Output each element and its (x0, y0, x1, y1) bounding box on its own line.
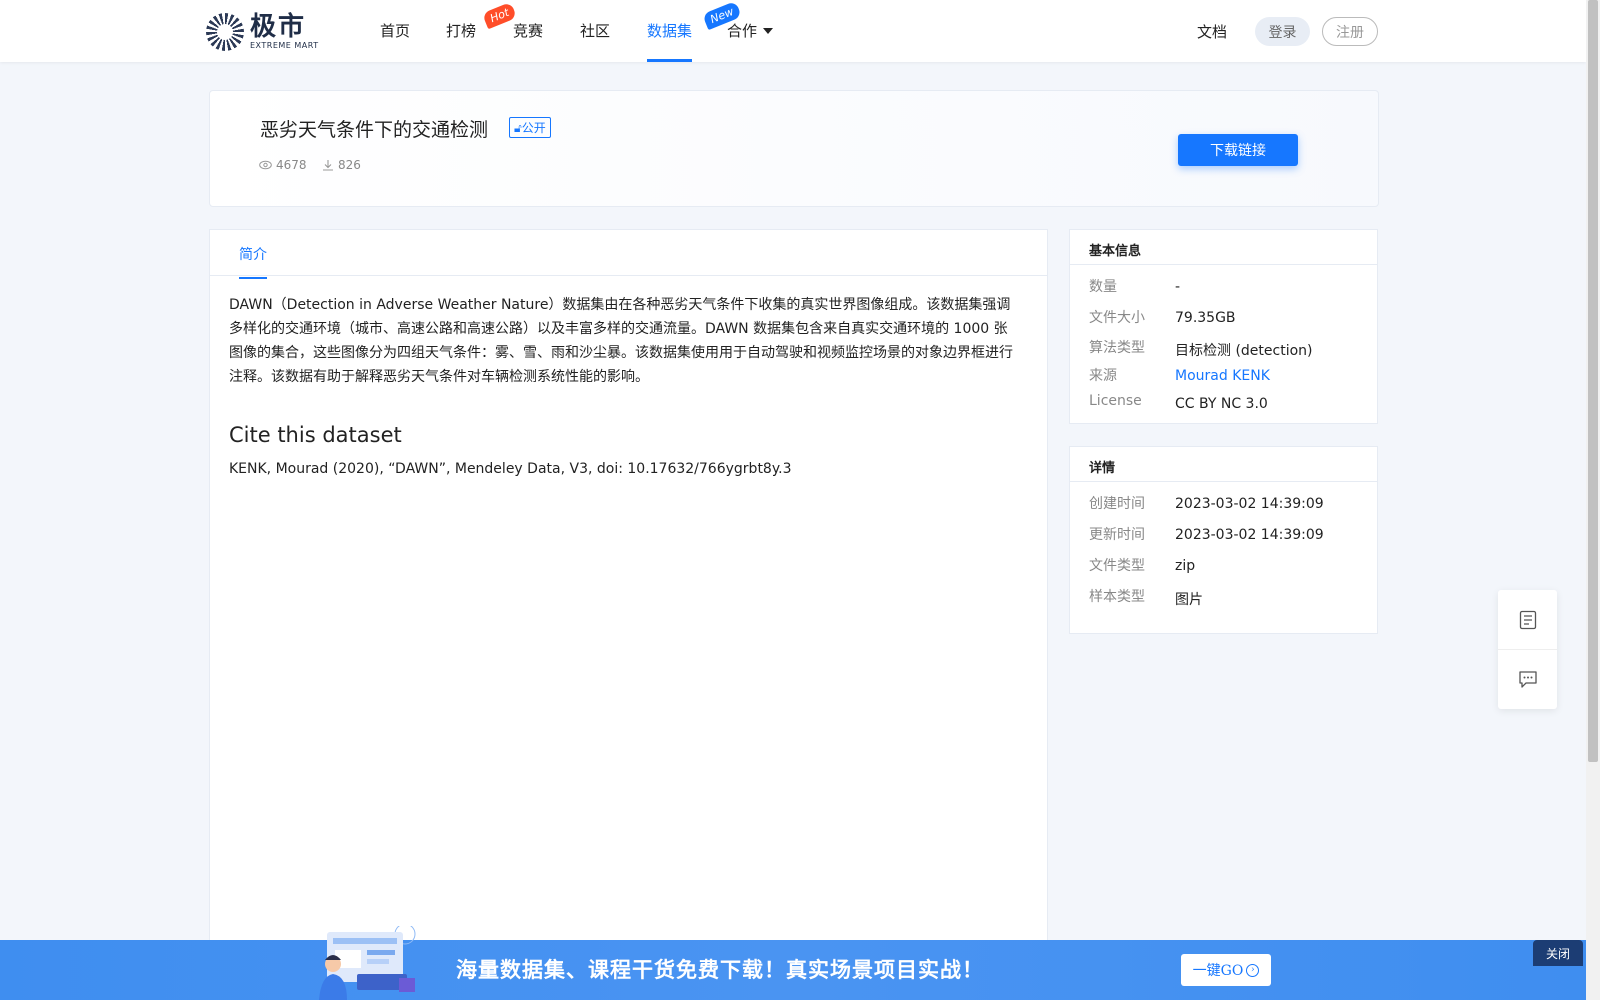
dataset-description: DAWN（Detection in Adverse Weather Nature… (229, 297, 1013, 385)
login-button[interactable]: 登录 (1255, 17, 1310, 46)
dataset-header-card: 恶劣天气条件下的交通检测 🔓︎公开 4678 826 下载链接 (209, 90, 1379, 207)
download-icon (323, 160, 333, 171)
scrollbar-thumb[interactable] (1588, 0, 1598, 762)
document-icon (1519, 610, 1536, 629)
basic-info-card: 基本信息 数量 - 文件大小 79.35GB 算法类型 目标检测 (detect… (1069, 229, 1378, 424)
details-card: 详情 创建时间 2023-03-02 14:39:09 更新时间 2023-03… (1069, 446, 1378, 634)
banner-illustration-icon (319, 926, 416, 1000)
cite-heading: Cite this dataset (229, 423, 402, 447)
arrow-right-circle-icon: › (1246, 963, 1260, 977)
docs-link[interactable]: 文档 (1197, 21, 1227, 42)
nav-item-cooperation[interactable]: 合作 (727, 20, 774, 62)
close-banner-button[interactable]: 关闭 (1533, 940, 1583, 966)
intro-panel: 简介 DAWN（Detection in Adverse Weather Nat… (209, 229, 1048, 1000)
details-heading: 详情 (1070, 447, 1377, 482)
chat-icon (1518, 670, 1537, 688)
source-link[interactable]: Mourad KENK (1175, 368, 1270, 384)
site-logo[interactable]: 极市 EXTREME MART (206, 13, 319, 51)
download-link-button[interactable]: 下载链接 (1178, 134, 1298, 166)
nav-item-datasets[interactable]: 数据集 (647, 20, 693, 62)
dataset-title: 恶劣天气条件下的交通检测 (260, 119, 489, 141)
unlock-icon: 🔓︎ (514, 121, 522, 135)
nav-item-cooperation-label: 合作 (727, 22, 758, 40)
go-button-label: 一键GO (1192, 963, 1244, 979)
document-button[interactable] (1498, 590, 1557, 649)
visibility-badge: 🔓︎公开 (509, 117, 551, 138)
eye-icon (259, 160, 272, 170)
nav-item-home[interactable]: 首页 (380, 20, 410, 62)
cite-text: KENK, Mourad (2020), “DAWN”, Mendeley Da… (229, 461, 792, 477)
logo-mark-icon (206, 13, 244, 51)
logo-name: 极市 (250, 12, 307, 42)
caret-down-icon (763, 28, 774, 34)
view-count-value: 4678 (276, 158, 307, 172)
banner-text: 海量数据集、课程干货免费下载！真实场景项目实战！ (456, 957, 984, 982)
nav-item-leaderboard[interactable]: 打榜 (446, 20, 476, 62)
promo-banner[interactable]: 海量数据集、课程干货免费下载！真实场景项目实战！ 一键GO › (0, 926, 1586, 1000)
chat-button[interactable] (1498, 649, 1557, 708)
top-navbar: 极市 EXTREME MART 首页 打榜 Hot 竞赛 社区 数据集 New … (0, 0, 1586, 62)
basic-info-heading: 基本信息 (1070, 230, 1377, 265)
nav-item-competition[interactable]: 竞赛 (513, 20, 543, 62)
register-button[interactable]: 注册 (1322, 17, 1378, 46)
floating-toolbar (1498, 590, 1557, 709)
tab-bar: 简介 (210, 230, 1047, 279)
go-button[interactable]: 一键GO › (1181, 954, 1271, 986)
tab-intro[interactable]: 简介 (239, 244, 267, 279)
nav-item-community[interactable]: 社区 (580, 20, 610, 62)
view-count: 4678 (259, 158, 307, 172)
download-count: 826 (322, 158, 361, 172)
logo-subtitle: EXTREME MART (250, 41, 319, 50)
download-count-value: 826 (338, 158, 361, 172)
